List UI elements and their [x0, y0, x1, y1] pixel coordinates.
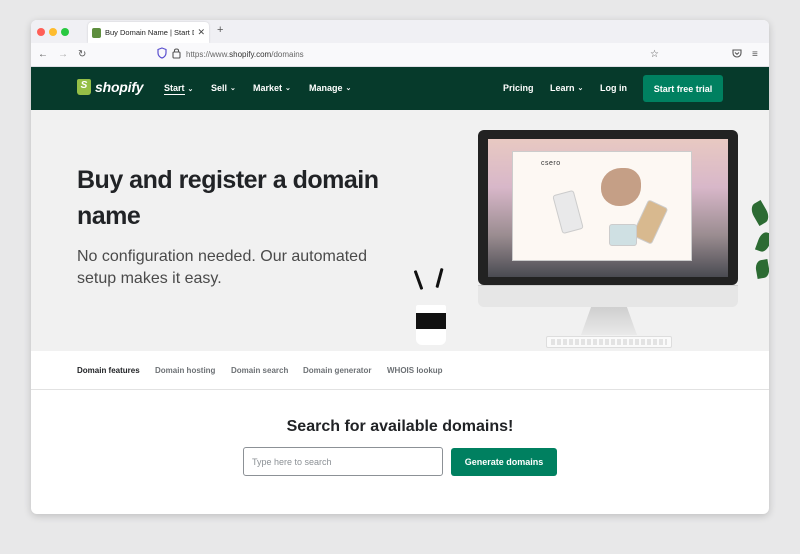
shopify-favicon-icon — [92, 27, 101, 38]
nav-item-sell[interactable]: Sell ⌄ — [211, 83, 236, 93]
shield-icon[interactable] — [157, 47, 167, 64]
maximize-window-button[interactable] — [61, 28, 69, 36]
nav-item-label: Manage — [309, 83, 343, 93]
shopping-bag-icon — [77, 79, 91, 95]
url-prefix: https://www. — [186, 50, 230, 59]
chevron-down-icon: ⌄ — [577, 85, 584, 92]
logo-wordmark: shopify — [95, 79, 144, 95]
search-title: Search for available domains! — [286, 418, 514, 435]
chevron-down-icon: ⌄ — [230, 85, 236, 92]
new-tab-icon[interactable]: + — [217, 25, 223, 36]
leaf-illustration — [754, 230, 769, 254]
shell-illustration — [601, 168, 641, 206]
back-icon[interactable]: ← — [38, 48, 48, 62]
generate-domains-button[interactable]: Generate domains — [451, 448, 557, 476]
nav-item-pricing[interactable]: Pricing — [503, 83, 534, 93]
leaf-illustration — [748, 199, 769, 227]
chevron-down-icon: ⌄ — [187, 86, 194, 93]
domain-sub-navigation: Domain features Domain hosting Domain se… — [31, 351, 769, 390]
computer-chin — [478, 285, 738, 307]
hero-subtitle: No configuration needed. Our automated s… — [77, 248, 367, 287]
computer-stand — [581, 307, 637, 335]
website-preview: csero — [512, 151, 692, 261]
reload-icon[interactable]: ↻ — [78, 48, 86, 62]
star-bookmark-icon[interactable]: ☆ — [650, 48, 659, 62]
computer-display: csero — [488, 139, 728, 277]
pocket-icon[interactable] — [732, 48, 742, 63]
nav-item-start[interactable]: Start ⌄ — [164, 83, 193, 95]
hero-title: Buy and register a domain name — [77, 166, 379, 230]
menu-icon[interactable]: ≡ — [752, 48, 758, 62]
browser-tab[interactable]: Buy Domain Name | Start Doma ✕ — [88, 22, 209, 43]
url-host: shopify.com — [229, 50, 272, 59]
start-free-trial-button[interactable]: Start free trial — [643, 75, 723, 102]
nav-item-label: Start — [164, 83, 185, 95]
pen-illustration — [413, 270, 424, 290]
nav-item-label: Market — [253, 83, 283, 93]
browser-toolbar: ← → ↻ https://www.shopify.com/domains ☆ … — [31, 43, 769, 67]
leaf-illustration — [754, 259, 769, 279]
site-navigation: shopify Start⌄ Sell⌄ Market⌄ Manage⌄ Pri… — [31, 67, 769, 110]
lock-icon[interactable] — [172, 47, 181, 64]
phone-illustration — [552, 189, 584, 235]
address-bar[interactable]: https://www.shopify.com/domains — [186, 47, 304, 63]
nav-item-learn[interactable]: Learn ⌄ — [550, 83, 583, 93]
url-path: /domains — [271, 50, 304, 59]
phone-case-illustration — [609, 224, 637, 246]
keyboard-illustration — [546, 336, 672, 348]
chevron-down-icon: ⌄ — [345, 85, 352, 92]
minimize-window-button[interactable] — [49, 28, 57, 36]
nav-item-market[interactable]: Market ⌄ — [253, 83, 291, 93]
hero-section: Buy and register a domain name No config… — [31, 110, 769, 351]
nav-item-manage[interactable]: Manage ⌄ — [309, 83, 351, 93]
nav-item-label: Pricing — [503, 83, 534, 93]
close-window-button[interactable] — [37, 28, 45, 36]
shopify-logo[interactable]: shopify — [77, 79, 144, 95]
subnav-whois-lookup[interactable]: WHOIS lookup — [387, 366, 443, 375]
tab-title: Buy Domain Name | Start Doma — [105, 28, 194, 37]
chevron-down-icon: ⌄ — [285, 85, 291, 92]
subnav-domain-hosting[interactable]: Domain hosting — [155, 366, 215, 375]
preview-brand: csero — [541, 160, 561, 167]
nav-item-label: Log in — [600, 83, 627, 93]
pen-illustration — [435, 267, 444, 289]
cup-band — [416, 313, 446, 329]
subnav-domain-generator[interactable]: Domain generator — [303, 366, 371, 375]
tab-strip: Buy Domain Name | Start Doma ✕ + — [31, 20, 769, 43]
computer-illustration: csero — [478, 130, 738, 285]
nav-item-label: Sell — [211, 83, 228, 93]
domain-search-input[interactable] — [243, 447, 443, 476]
nav-item-label: Learn — [550, 83, 575, 93]
browser-window: Buy Domain Name | Start Doma ✕ + ← → ↻ h… — [31, 20, 769, 514]
subnav-domain-features[interactable]: Domain features — [77, 366, 140, 375]
subnav-domain-search[interactable]: Domain search — [231, 366, 288, 375]
forward-icon[interactable]: → — [58, 48, 68, 62]
tab-close-icon[interactable]: ✕ — [197, 28, 205, 37]
login-link[interactable]: Log in — [600, 83, 627, 93]
cup-illustration — [416, 305, 446, 345]
phone-illustration — [631, 199, 669, 245]
